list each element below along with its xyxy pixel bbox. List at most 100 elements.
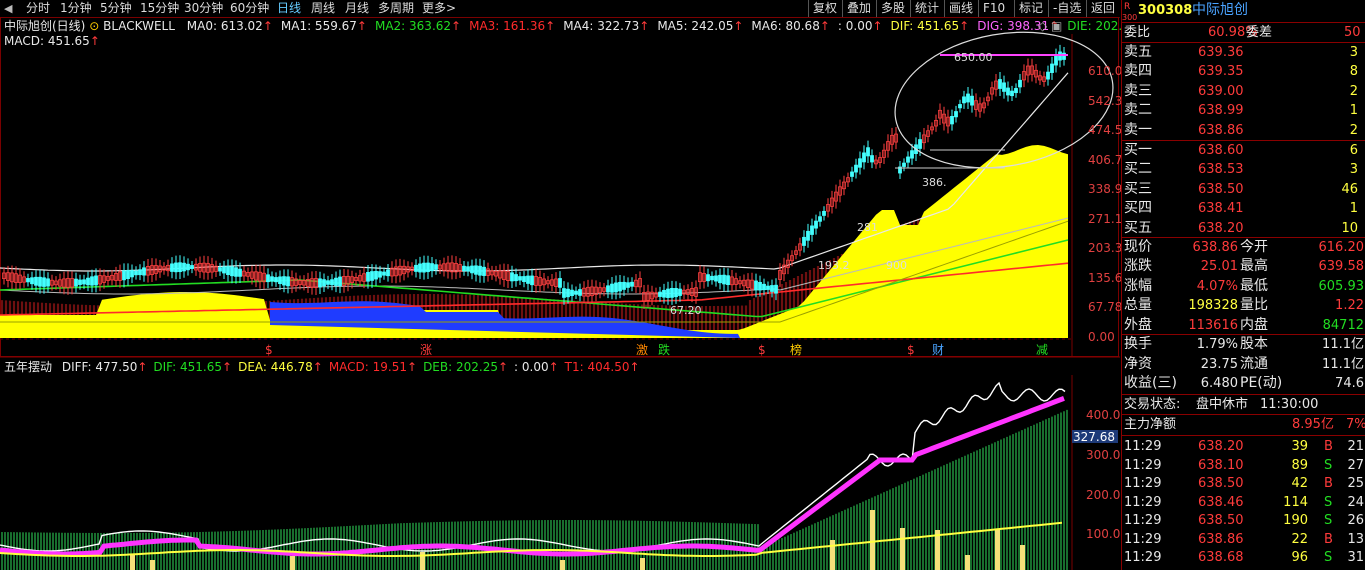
ma-label-7: : 0.00	[837, 19, 873, 33]
ma-label-6: MA6: 80.68	[751, 19, 820, 33]
candle-body	[918, 139, 922, 149]
candle-body	[1046, 71, 1050, 80]
candle-body	[378, 271, 382, 278]
event-marker-1[interactable]: 涨	[420, 342, 432, 358]
event-marker-6[interactable]: $	[907, 342, 915, 358]
candle-body	[510, 272, 514, 282]
annotation-high: 650.00	[954, 51, 993, 64]
settings-icon[interactable]: ◇ ▣	[1038, 18, 1062, 34]
y-tick-6: 203.3	[1088, 241, 1123, 255]
sub-vol-bar	[560, 560, 565, 570]
y-tick-1: 542.3	[1088, 94, 1123, 108]
candle-body	[818, 216, 822, 222]
up-arrow-icon: ↑	[312, 360, 323, 374]
candle-body	[274, 277, 278, 283]
candle-body	[26, 278, 30, 283]
candle-body	[422, 262, 426, 273]
candle-body	[142, 267, 146, 276]
candle-body	[470, 265, 474, 274]
candle-body	[958, 104, 962, 109]
candle-body	[462, 265, 466, 272]
candle-body	[1014, 88, 1018, 94]
candle-body	[366, 271, 370, 282]
candle-body	[950, 115, 954, 125]
sell-row-2[interactable]: 卖三 639.00 2	[1122, 82, 1365, 101]
candle-body	[806, 230, 810, 241]
sell-row-3[interactable]: 卖二 638.99 1	[1122, 101, 1365, 120]
event-marker-3[interactable]: 跌	[658, 342, 670, 358]
candle-body	[574, 290, 578, 295]
candle-body	[38, 276, 42, 287]
candle-body	[714, 275, 718, 282]
candle-body	[614, 282, 618, 293]
candle-body	[226, 266, 230, 276]
collapse-icon[interactable]: ⊙	[89, 19, 99, 33]
up-arrow-icon: ↑	[497, 360, 509, 374]
indicator-name: BLACKWELL	[103, 19, 175, 33]
up-arrow-icon: ↑	[548, 360, 559, 374]
tick-row-6: 11:29 638.68 96 S 31	[1124, 550, 1364, 565]
candle-body	[706, 274, 710, 282]
sell-row-0[interactable]: 卖五 639.36 3	[1122, 43, 1365, 62]
candle-body	[86, 277, 90, 286]
macd-label: MACD: 451.65↑	[4, 34, 100, 48]
sub-y-tick-3: 100.0	[1086, 527, 1121, 541]
sub-y-tick-1: 300.0	[1086, 448, 1121, 462]
ma-label-0: MA0: 613.02	[186, 19, 263, 33]
candle-body	[34, 276, 38, 286]
candle-body	[666, 288, 670, 298]
kline-chart-area[interactable]	[0, 0, 1120, 570]
candle-body	[558, 278, 562, 288]
up-arrow-icon: ↑	[959, 19, 970, 33]
buy-row-4[interactable]: 买五 638.20 10	[1122, 219, 1365, 238]
candle-body	[870, 155, 874, 163]
sub-label-0: DIFF: 477.50	[61, 360, 138, 374]
stats2-row-2: 收益(三) 6.480 PE(动) 74.6	[1124, 375, 1364, 392]
candle-body	[74, 278, 78, 287]
candle-body	[230, 266, 234, 277]
up-arrow-icon: ↑	[819, 19, 830, 33]
candle-body	[674, 288, 678, 298]
candle-body	[754, 280, 758, 291]
sell-row-1[interactable]: 卖四 639.35 8	[1122, 62, 1365, 81]
sub-y-tick-2: 200.0	[1086, 488, 1121, 502]
tick-row-5: 11:29 638.86 22 B 13	[1124, 531, 1364, 547]
candle-body	[266, 274, 270, 283]
event-marker-2[interactable]: 激	[636, 342, 648, 358]
candle-body	[518, 276, 522, 281]
tick-row-1: 11:29 638.10 89 S 27	[1124, 457, 1364, 473]
annotation-low: 67.20	[670, 304, 702, 317]
buy-row-0[interactable]: 买一 638.60 6	[1122, 141, 1365, 160]
sell-row-4[interactable]: 卖一 638.86 2	[1122, 121, 1365, 140]
candle-body	[170, 263, 174, 272]
event-marker-5[interactable]: 榜	[790, 342, 802, 358]
event-marker-8[interactable]: 减	[1036, 342, 1048, 358]
candle-body	[678, 288, 682, 296]
candle-body	[278, 276, 282, 285]
candle-body	[626, 282, 630, 288]
candle-body	[42, 277, 46, 287]
candle-body	[1018, 79, 1022, 88]
event-marker-0[interactable]: $	[265, 342, 273, 358]
sub-label-6: T1: 404.50	[564, 360, 630, 374]
main-flow-row: 主力净额 8.95亿 7%	[1124, 417, 1365, 432]
candle-body	[566, 288, 570, 298]
annotation-193: 193.2	[818, 259, 850, 272]
candle-body	[854, 164, 858, 173]
candle-body	[1006, 87, 1010, 96]
event-marker-4[interactable]: $	[758, 342, 766, 358]
up-arrow-icon: ↑	[222, 360, 233, 374]
buy-row-1[interactable]: 买二 638.53 3	[1122, 160, 1365, 179]
event-marker-7[interactable]: 财	[932, 342, 944, 358]
candle-body	[94, 275, 98, 286]
candle-body	[850, 171, 854, 177]
buy-row-3[interactable]: 买四 638.41 1	[1122, 199, 1365, 218]
candle-body	[386, 269, 390, 277]
candle-body	[562, 288, 566, 298]
buy-row-2[interactable]: 买三 638.50 46	[1122, 180, 1365, 199]
ma-label-4: MA4: 322.73	[563, 19, 640, 33]
candle-body	[426, 262, 430, 273]
sub-vol-bar	[150, 560, 155, 570]
candle-body	[774, 284, 778, 294]
candle-body	[138, 269, 142, 276]
